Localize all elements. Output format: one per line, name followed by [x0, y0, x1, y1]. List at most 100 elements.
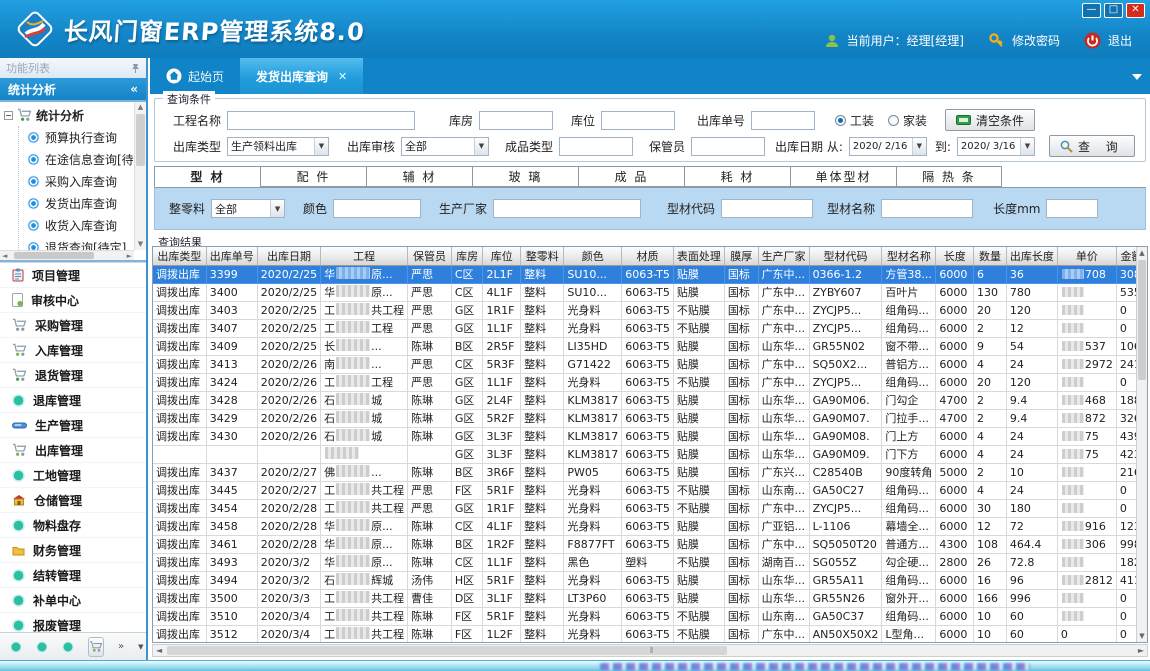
sidebar-item-财务管理[interactable]: 财务管理	[0, 538, 146, 563]
table-cell[interactable]: 6000	[936, 445, 974, 463]
table-cell[interactable]: 工共工程	[321, 499, 408, 517]
table-cell[interactable]: 4L1F	[483, 517, 521, 535]
table-cell[interactable]: 3L3F	[483, 427, 521, 445]
table-cell[interactable]: 2020/3/3	[257, 589, 320, 607]
table-cell[interactable]: 2	[974, 319, 1007, 337]
column-header[interactable]: 型材名称	[882, 247, 936, 265]
material-tab[interactable]: 耗 材	[684, 166, 790, 187]
table-cell[interactable]: 山东华...	[758, 445, 809, 463]
table-cell[interactable]: 12	[1006, 319, 1057, 337]
table-row[interactable]: 调拨出库34542020/2/28工共工程严思G区1R1F整料光身料6063-T…	[153, 499, 1147, 517]
table-cell[interactable]: 4	[974, 355, 1007, 373]
table-cell[interactable]: 20	[974, 301, 1007, 319]
table-cell[interactable]: C28540B	[809, 463, 882, 481]
table-cell[interactable]: 6063-T5	[622, 337, 674, 355]
table-cell[interactable]: 0	[1057, 625, 1116, 643]
sidebar-item-退货管理[interactable]: 退货管理	[0, 363, 146, 388]
table-cell[interactable]: 306	[1057, 535, 1116, 553]
table-cell[interactable]: 不贴膜	[673, 373, 724, 391]
table-cell[interactable]: 贴膜	[673, 463, 724, 481]
table-cell[interactable]: 2020/2/26	[257, 409, 320, 427]
table-cell[interactable]: 6000	[936, 301, 974, 319]
table-cell[interactable]: 108	[974, 535, 1007, 553]
table-cell[interactable]: G区	[451, 445, 483, 463]
table-cell[interactable]: 不贴膜	[673, 301, 724, 319]
table-cell[interactable]: 3409	[206, 337, 257, 355]
table-cell[interactable]: L型角...	[882, 625, 936, 643]
table-cell[interactable]	[153, 445, 206, 463]
table-cell[interactable]: 166	[974, 589, 1007, 607]
sidebar-item-报废管理[interactable]: 报废管理	[0, 613, 146, 632]
table-cell[interactable]: 组角码...	[882, 301, 936, 319]
table-cell[interactable]: 4300	[936, 535, 974, 553]
table-horizontal-scrollbar[interactable]: ◄ ⦀ ►	[152, 644, 1148, 657]
sidebar-item-采购管理[interactable]: 采购管理	[0, 313, 146, 338]
table-cell[interactable]: B区	[451, 535, 483, 553]
table-cell[interactable]: 光身料	[564, 607, 622, 625]
table-cell[interactable]: 3494	[206, 571, 257, 589]
column-header[interactable]: 数量	[974, 247, 1007, 265]
table-cell[interactable]: 调拨出库	[153, 589, 206, 607]
whole-piece-select[interactable]: 全部 ▼	[211, 199, 285, 218]
scroll-right-icon[interactable]: ►	[1138, 646, 1144, 655]
table-cell[interactable]: 整料	[521, 355, 564, 373]
table-cell[interactable]: 整料	[521, 337, 564, 355]
table-cell[interactable]: 24	[1006, 481, 1057, 499]
table-cell[interactable]: 工共工程	[321, 607, 408, 625]
table-cell[interactable]: 整料	[521, 373, 564, 391]
table-cell[interactable]: 6000	[936, 355, 974, 373]
table-cell[interactable]: 6063-T5	[622, 517, 674, 535]
table-cell[interactable]: 3493	[206, 553, 257, 571]
table-cell[interactable]: 3403	[206, 301, 257, 319]
table-cell[interactable]: 1R2F	[483, 535, 521, 553]
table-cell[interactable]: 整料	[521, 301, 564, 319]
table-cell[interactable]: 门勾企	[882, 391, 936, 409]
table-cell[interactable]: 方管38...	[882, 265, 936, 283]
table-cell[interactable]: 贴膜	[673, 391, 724, 409]
table-cell[interactable]: 5R3F	[483, 355, 521, 373]
table-cell[interactable]: 2L1F	[483, 265, 521, 283]
table-cell[interactable]: 贴膜	[673, 409, 724, 427]
table-cell[interactable]: 464.4	[1006, 535, 1057, 553]
table-cell[interactable]: 75	[1057, 445, 1116, 463]
column-header[interactable]: 膜厚	[724, 247, 758, 265]
table-row[interactable]: 调拨出库34372020/2/27佛...陈琳B区3R6F整料PW056063-…	[153, 463, 1147, 481]
table-cell[interactable]: 湖南百...	[758, 553, 809, 571]
table-cell[interactable]: 陈琳	[408, 427, 452, 445]
product-type-input[interactable]	[559, 137, 633, 156]
table-cell[interactable]: 国标	[724, 517, 758, 535]
color-input[interactable]	[333, 199, 421, 218]
close-tab-icon[interactable]: ✕	[338, 70, 347, 83]
table-cell[interactable]: 国标	[724, 625, 758, 643]
table-cell[interactable]: 组角码...	[882, 373, 936, 391]
table-cell[interactable]: 国标	[724, 589, 758, 607]
table-cell[interactable]: 工共工程	[321, 589, 408, 607]
table-cell[interactable]: 调拨出库	[153, 355, 206, 373]
radio-gongzhuang[interactable]	[835, 115, 846, 126]
table-cell[interactable]: 调拨出库	[153, 427, 206, 445]
table-cell[interactable]: C区	[451, 283, 483, 301]
table-cell[interactable]: 国标	[724, 409, 758, 427]
table-cell[interactable]: 30	[974, 499, 1007, 517]
table-cell[interactable]: 国标	[724, 607, 758, 625]
table-cell[interactable]: 9.4	[1006, 391, 1057, 409]
tree-horizontal-scrollbar[interactable]: ◄ ►	[0, 250, 134, 260]
table-row[interactable]: 调拨出库35122020/3/4工共工程陈琳F区1L2F整料光身料6063-T5…	[153, 625, 1147, 643]
table-cell[interactable]: 国标	[724, 481, 758, 499]
table-cell[interactable]: 10	[974, 607, 1007, 625]
outbound-audit-select[interactable]: 全部 ▼	[401, 137, 489, 156]
scroll-left-icon[interactable]: ◄	[2, 251, 7, 261]
table-cell[interactable]: 整料	[521, 481, 564, 499]
table-cell[interactable]	[1057, 553, 1116, 571]
table-cell[interactable]: SG055Z	[809, 553, 882, 571]
table-cell[interactable]: 山东南...	[758, 481, 809, 499]
table-cell[interactable]: 4L1F	[483, 283, 521, 301]
table-cell[interactable]: ZYCJP5...	[809, 301, 882, 319]
table-cell[interactable]: 72	[1006, 517, 1057, 535]
table-cell[interactable]: 6063-T5	[622, 625, 674, 643]
table-cell[interactable]: 6000	[936, 373, 974, 391]
table-cell[interactable]: 6063-T5	[622, 589, 674, 607]
table-cell[interactable]: 4	[974, 427, 1007, 445]
column-header[interactable]: 库位	[483, 247, 521, 265]
scroll-down-icon[interactable]: ▼	[135, 239, 146, 250]
